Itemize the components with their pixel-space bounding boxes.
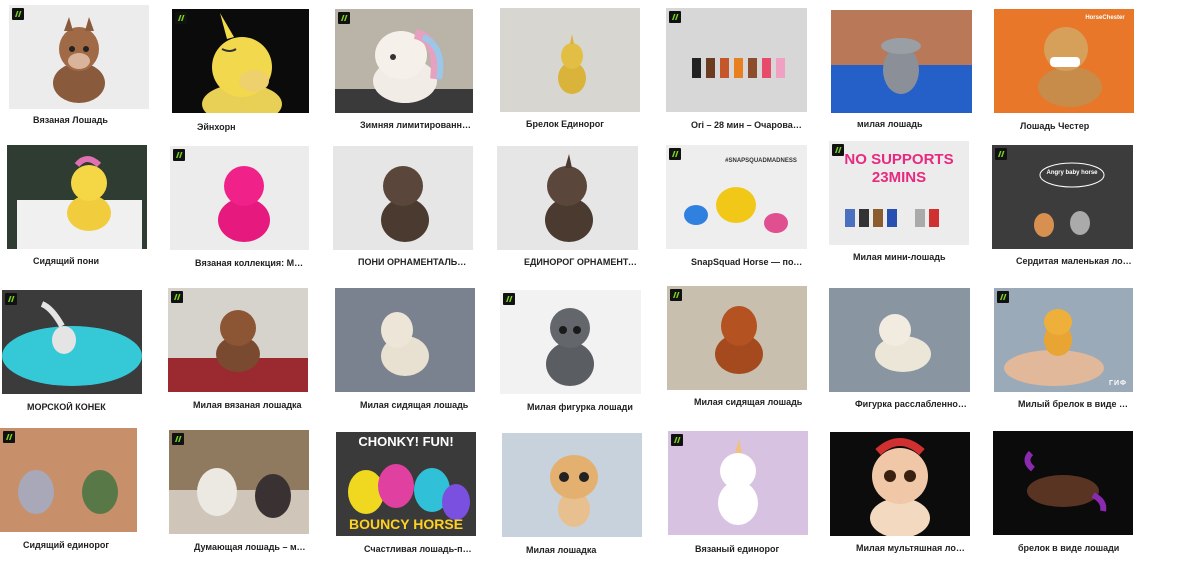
model-title[interactable]: Милый брелок в виде ми… — [1018, 399, 1133, 410]
model-title[interactable]: Брелок Единорог — [526, 119, 638, 130]
model-title[interactable]: SnapSquad Horse — полно… — [691, 257, 807, 268]
model-title[interactable]: Счастливая лошадь-прыг… — [364, 544, 476, 555]
printer-brand-icon — [173, 149, 185, 161]
model-title[interactable]: Думающая лошадь – мо… — [194, 542, 306, 553]
model-title[interactable]: Милая вязаная лошадка — [193, 400, 305, 411]
model-thumbnail[interactable] — [168, 288, 308, 392]
printer-brand-icon — [671, 434, 683, 446]
model-title[interactable]: Милая фигурка лошади — [527, 402, 639, 413]
printer-brand-icon — [175, 12, 187, 24]
model-title[interactable]: Вязаная Лошадь — [33, 115, 153, 126]
model-title[interactable]: Милая сидящая лошадь — [360, 400, 472, 411]
model-title[interactable]: Ori – 28 мин – Очаровани… — [691, 120, 807, 131]
model-thumbnail[interactable] — [667, 286, 807, 390]
model-thumbnail[interactable]: #SNAPSQUADMADNESS — [666, 145, 807, 249]
model-thumbnail[interactable]: HorseChester — [994, 9, 1134, 113]
model-thumbnail[interactable] — [335, 9, 473, 113]
model-grid: Вязаная Лошадь Эйнхорн Зимняя лимитирова… — [0, 0, 1181, 566]
thumbnail-overlay-text: 23MINS — [871, 169, 927, 186]
model-thumbnail[interactable] — [169, 430, 309, 534]
model-title[interactable]: Милая мультяшная лоша… — [856, 543, 970, 554]
model-thumbnail[interactable] — [829, 288, 970, 392]
thumbnail-overlay-text: HorseChester — [1085, 15, 1125, 21]
printer-brand-icon — [669, 11, 681, 23]
printer-brand-icon — [669, 148, 681, 160]
thumbnail-overlay-text: BOUNCY HORSE — [348, 516, 464, 532]
model-title[interactable]: МОРСКОЙ КОНЕК — [27, 402, 137, 413]
model-thumbnail[interactable] — [0, 428, 137, 532]
model-thumbnail[interactable] — [335, 288, 475, 392]
model-title[interactable]: брелок в виде лошади — [1018, 543, 1130, 554]
model-title[interactable]: Вязаная коллекция: Мил… — [195, 258, 307, 269]
model-thumbnail[interactable] — [2, 290, 142, 394]
model-thumbnail[interactable] — [666, 8, 807, 112]
model-thumbnail[interactable] — [993, 431, 1133, 535]
printer-brand-icon — [5, 293, 17, 305]
model-thumbnail[interactable]: NO SUPPORTS 23MINS — [829, 141, 969, 245]
model-title[interactable]: Сидящий пони — [33, 256, 143, 267]
thumbnail-overlay-text: Angry baby horse — [1046, 170, 1098, 176]
model-title[interactable]: Эйнхорн — [197, 122, 307, 133]
model-thumbnail[interactable]: Angry baby horse — [992, 145, 1133, 249]
model-title[interactable]: Лошадь Честер — [1020, 121, 1130, 132]
printer-brand-icon — [172, 433, 184, 445]
model-title[interactable]: Милая сидящая лошадь — [694, 397, 806, 408]
model-title[interactable]: Фигурка расслабленной … — [855, 399, 970, 410]
printer-brand-icon — [832, 144, 844, 156]
model-thumbnail[interactable] — [830, 432, 970, 536]
model-thumbnail[interactable] — [170, 146, 309, 250]
model-thumbnail[interactable] — [500, 290, 641, 394]
printer-brand-icon — [503, 293, 515, 305]
model-thumbnail[interactable]: ГИФ — [994, 288, 1133, 392]
printer-brand-icon — [670, 289, 682, 301]
model-thumbnail[interactable] — [9, 5, 149, 109]
model-thumbnail[interactable] — [668, 431, 808, 535]
model-title[interactable]: Зимняя лимитированна… — [360, 120, 473, 131]
model-thumbnail[interactable] — [502, 433, 642, 537]
thumbnail-overlay-text: #SNAPSQUADMADNESS — [725, 158, 797, 164]
model-thumbnail[interactable] — [497, 146, 638, 250]
model-thumbnail[interactable] — [172, 9, 309, 113]
model-thumbnail[interactable]: CHONKY! FUN! BOUNCY HORSE — [336, 432, 476, 536]
model-title[interactable]: милая лошадь — [857, 119, 967, 130]
printer-brand-icon — [12, 8, 24, 20]
printer-brand-icon — [3, 431, 15, 443]
model-title[interactable]: ЕДИНОРОГ ОРНАМЕНТАЛ… — [524, 257, 638, 268]
model-thumbnail[interactable] — [500, 8, 640, 112]
printer-brand-icon — [997, 291, 1009, 303]
model-title[interactable]: Милая лошадка — [526, 545, 638, 556]
gif-badge: ГИФ — [1109, 380, 1127, 387]
model-thumbnail[interactable] — [831, 10, 972, 113]
model-thumbnail[interactable] — [333, 146, 473, 250]
printer-brand-icon — [338, 12, 350, 24]
model-title[interactable]: ПОНИ ОРНАМЕНТАЛЬНЫЙ — [358, 257, 470, 268]
model-title[interactable]: Милая мини-лошадь — [853, 252, 969, 263]
model-title[interactable]: Вязаный единорог — [695, 544, 807, 555]
model-title[interactable]: Сидящий единорог — [23, 540, 133, 551]
printer-brand-icon — [995, 148, 1007, 160]
thumbnail-overlay-text: NO SUPPORTS — [844, 151, 954, 168]
model-thumbnail[interactable] — [7, 145, 147, 249]
model-title[interactable]: Сердитая маленькая ло… — [1016, 256, 1133, 267]
thumbnail-overlay-text: CHONKY! FUN! — [358, 434, 454, 449]
printer-brand-icon — [171, 291, 183, 303]
